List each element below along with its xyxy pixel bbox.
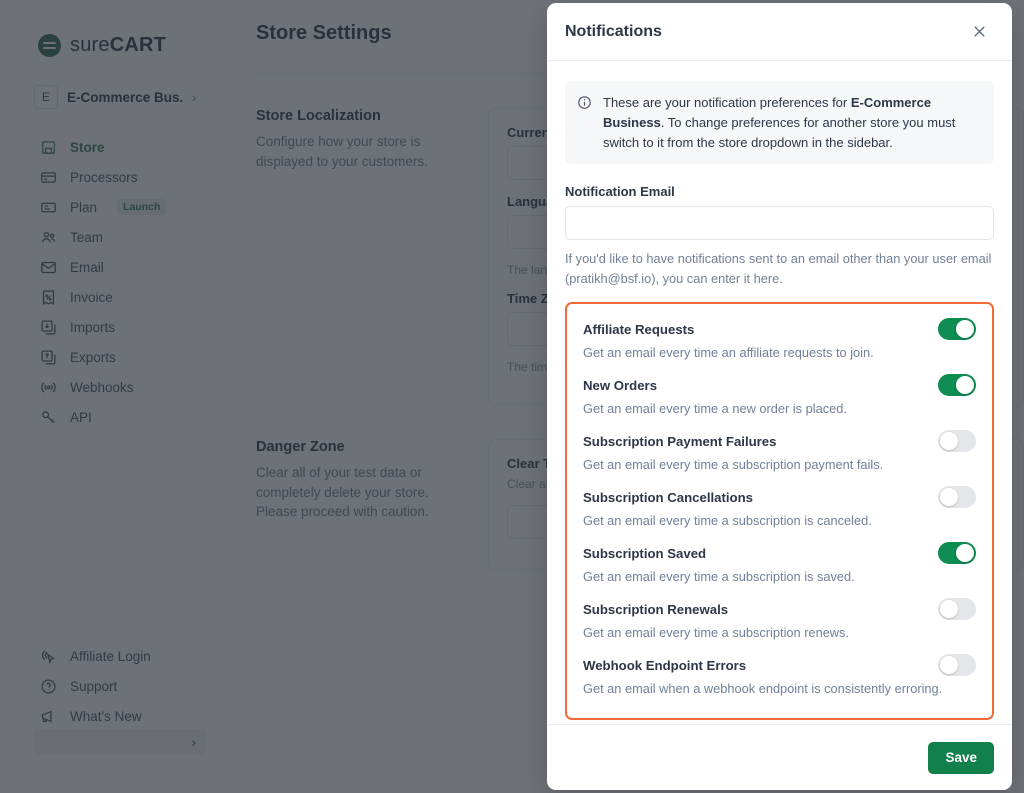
toggle-row-subscription-payment-failures: Subscription Payment Failures Get an ema… [583,430,976,486]
toggle-knob [940,656,958,675]
modal-footer: Save [547,724,1012,790]
toggle-label: Subscription Payment Failures [583,433,777,449]
toggle-new-orders[interactable] [938,374,976,397]
toggle-description: Get an email every time a subscription r… [583,625,850,641]
toggle-knob [956,376,974,395]
info-notice: These are your notification preferences … [565,81,994,165]
info-notice-text: These are your notification preferences … [603,93,980,152]
toggle-row-head: Subscription Renewals [583,598,976,621]
toggle-row-head: Subscription Cancellations [583,486,976,509]
toggle-knob [956,320,974,339]
toggle-label: Affiliate Requests [583,321,695,337]
toggle-description: Get an email when a webhook endpoint is … [583,681,943,697]
toggle-description: Get an email every time a subscription i… [583,569,855,585]
toggle-knob [956,544,974,563]
toggle-description: Get an email every time a subscription p… [583,457,884,473]
toggle-subscription-renewals[interactable] [938,598,976,621]
modal-body: These are your notification preferences … [547,61,1012,724]
notice-text-before: These are your notification preferences … [603,95,851,110]
save-button[interactable]: Save [928,741,994,774]
toggle-row-head: Subscription Saved [583,542,976,565]
toggle-row-head: New Orders [583,374,976,397]
notification-toggles-card: Affiliate Requests Get an email every ti… [565,302,994,721]
toggle-row-head: Affiliate Requests [583,318,976,341]
toggle-knob [940,488,958,507]
toggle-label: New Orders [583,377,658,393]
toggle-row-subscription-saved: Subscription Saved Get an email every ti… [583,542,976,598]
toggle-subscription-payment-failures[interactable] [938,430,976,453]
toggle-row-subscription-renewals: Subscription Renewals Get an email every… [583,598,976,654]
toggle-description: Get an email every time an affiliate req… [583,345,874,361]
toggle-row-webhook-endpoint-errors: Webhook Endpoint Errors Get an email whe… [583,654,976,696]
toggle-knob [940,600,958,619]
toggle-row-subscription-cancellations: Subscription Cancellations Get an email … [583,486,976,542]
toggle-row-affiliate-requests: Affiliate Requests Get an email every ti… [583,318,976,374]
toggle-knob [940,432,958,451]
screen: sureCART E E-Commerce Bus... › Store Pro… [0,0,1024,793]
toggle-label: Webhook Endpoint Errors [583,657,747,673]
toggle-row-head: Subscription Payment Failures [583,430,976,453]
notifications-modal: Notifications These are your notificatio… [547,3,1012,790]
notification-email-input[interactable] [565,206,994,241]
info-circle-icon [577,95,592,110]
close-icon[interactable] [966,19,992,45]
toggle-label: Subscription Saved [583,545,707,561]
modal-header: Notifications [547,3,1012,61]
toggle-label: Subscription Cancellations [583,489,754,505]
toggle-affiliate-requests[interactable] [938,318,976,341]
toggle-webhook-endpoint-errors[interactable] [938,654,976,677]
toggle-description: Get an email every time a subscription i… [583,513,872,529]
toggle-subscription-saved[interactable] [938,542,976,565]
toggle-description: Get an email every time a new order is p… [583,401,847,417]
notification-email-label: Notification Email [565,184,675,200]
toggle-row-head: Webhook Endpoint Errors [583,654,976,677]
notification-email-help: If you'd like to have notifications sent… [565,251,992,286]
modal-title: Notifications [565,22,662,40]
toggle-label: Subscription Renewals [583,601,729,617]
toggle-row-new-orders: New Orders Get an email every time a new… [583,374,976,430]
notification-email-block: Notification Email If you'd like to have… [565,184,994,288]
toggle-subscription-cancellations[interactable] [938,486,976,509]
